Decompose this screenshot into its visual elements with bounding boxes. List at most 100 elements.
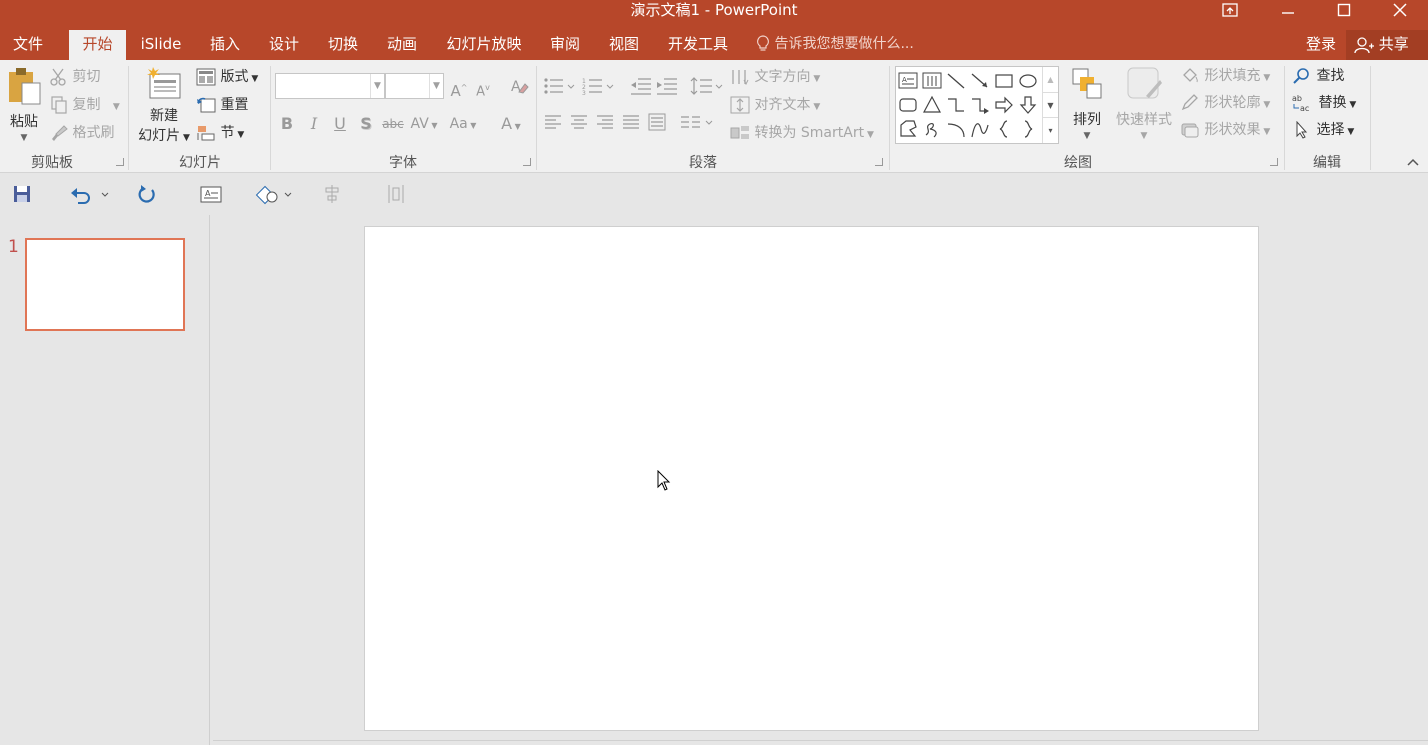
drawing-dialog-launcher-icon[interactable] [1270, 158, 1278, 166]
curve-shape-icon[interactable] [970, 119, 990, 139]
reset-button[interactable]: 重置 [196, 95, 248, 115]
align-left-icon[interactable] [543, 113, 563, 135]
slide-thumbnail[interactable] [25, 238, 185, 331]
arrange-button[interactable]: 排列 ▼ [1064, 66, 1110, 148]
scroll-down-icon[interactable]: ▼ [1043, 92, 1058, 117]
freeform-shape-icon[interactable] [898, 119, 918, 139]
tab-animations[interactable]: 动画 [377, 30, 427, 60]
textbox-icon[interactable]: A [200, 183, 222, 205]
right-brace-shape-icon[interactable] [1018, 119, 1038, 139]
save-icon[interactable] [12, 183, 32, 205]
vertical-textbox-shape-icon[interactable] [922, 71, 942, 91]
copy-button[interactable]: 复制 ▼ [50, 95, 120, 117]
distributed-icon[interactable] [647, 113, 667, 135]
italic-button[interactable]: I [305, 112, 323, 136]
change-case-button[interactable]: Aa ▼ [446, 112, 480, 136]
chevron-down-icon[interactable]: ▼ [370, 74, 384, 98]
tab-review[interactable]: 审阅 [540, 30, 590, 60]
shape-outline-button[interactable]: 形状轮廓 ▼ [1180, 93, 1270, 115]
slide-canvas[interactable] [364, 226, 1259, 731]
arc-shape-icon[interactable] [946, 119, 966, 139]
horizontal-scrollbar[interactable] [213, 740, 1428, 745]
scribble-shape-icon[interactable] [922, 119, 942, 139]
close-button[interactable] [1372, 0, 1428, 22]
arrow-line-shape-icon[interactable] [970, 71, 990, 91]
shape-effects-button[interactable]: 形状效果 ▼ [1180, 120, 1270, 142]
paste-button[interactable]: 粘贴 ▼ [4, 66, 44, 148]
elbow-arrow-connector-shape-icon[interactable] [970, 95, 990, 115]
maximize-button[interactable] [1316, 0, 1372, 22]
columns-icon[interactable] [680, 113, 716, 135]
justify-icon[interactable] [621, 113, 641, 135]
triangle-shape-icon[interactable] [922, 95, 942, 115]
oval-shape-icon[interactable] [1018, 71, 1038, 91]
share-button[interactable]: 共享 [1346, 30, 1428, 60]
shapes-icon[interactable] [255, 183, 295, 205]
font-size-combobox[interactable]: ▼ [385, 73, 444, 99]
align-right-icon[interactable] [595, 113, 615, 135]
convert-smartart-button[interactable]: 转换为 SmartArt ▼ [730, 123, 874, 145]
increase-indent-icon[interactable] [656, 76, 678, 98]
undo-icon[interactable] [70, 183, 110, 205]
collapse-ribbon-button[interactable] [1404, 154, 1422, 170]
line-shape-icon[interactable] [946, 71, 966, 91]
right-arrow-shape-icon[interactable] [994, 95, 1014, 115]
tab-transitions[interactable]: 切换 [318, 30, 368, 60]
bold-button[interactable]: B [278, 112, 296, 136]
tab-file[interactable]: 文件 [0, 30, 56, 60]
ribbon-display-options-button[interactable] [1202, 0, 1258, 22]
minimize-button[interactable] [1260, 0, 1316, 22]
cut-button[interactable]: 剪切 [50, 67, 100, 87]
shape-fill-button[interactable]: 形状填充 ▼ [1180, 66, 1270, 88]
new-slide-button[interactable]: 新建 幻灯片 ▼ [134, 66, 194, 148]
text-direction-button[interactable]: 文字方向 ▼ [730, 67, 820, 89]
chevron-down-icon[interactable]: ▼ [429, 74, 443, 98]
rounded-rectangle-shape-icon[interactable] [898, 95, 918, 115]
textbox-shape-icon[interactable]: A [898, 71, 918, 91]
tab-developer[interactable]: 开发工具 [660, 30, 736, 60]
grow-font-icon[interactable]: A^ [450, 76, 468, 100]
character-spacing-button[interactable]: AV ▼ [408, 112, 440, 136]
tell-me-search[interactable]: 告诉我您想要做什么... [756, 30, 914, 60]
decrease-indent-icon[interactable] [630, 76, 652, 98]
tab-view[interactable]: 视图 [599, 30, 649, 60]
clipboard-dialog-launcher-icon[interactable] [116, 158, 124, 166]
find-button[interactable]: 查找 [1292, 66, 1344, 86]
scroll-up-icon[interactable]: ▲ [1043, 67, 1058, 92]
section-button[interactable]: 节 ▼ [196, 123, 244, 145]
tab-home[interactable]: 开始 [69, 30, 126, 60]
shrink-font-icon[interactable]: Av [474, 76, 492, 100]
tab-insert[interactable]: 插入 [200, 30, 250, 60]
format-painter-button[interactable]: 格式刷 [50, 123, 114, 143]
gallery-expand-icon[interactable]: ▾ [1043, 117, 1058, 142]
replace-button[interactable]: ab ac 替换 ▼ [1292, 93, 1356, 115]
align-center-icon[interactable] [569, 113, 589, 135]
tab-design[interactable]: 设计 [259, 30, 309, 60]
align-objects-icon[interactable] [322, 183, 342, 205]
underline-button[interactable]: U [331, 112, 349, 136]
rectangle-shape-icon[interactable] [994, 71, 1014, 91]
numbering-icon[interactable]: 123 [582, 76, 616, 98]
elbow-connector-shape-icon[interactable] [946, 95, 966, 115]
down-arrow-shape-icon[interactable] [1018, 95, 1038, 115]
paragraph-dialog-launcher-icon[interactable] [875, 158, 883, 166]
select-button[interactable]: 选择 ▼ [1292, 120, 1354, 142]
distribute-objects-icon[interactable] [386, 183, 406, 205]
tab-islide[interactable]: iSlide [134, 30, 188, 60]
align-text-button[interactable]: 对齐文本 ▼ [730, 95, 820, 117]
gallery-scrollbar[interactable]: ▲ ▼ ▾ [1042, 67, 1058, 143]
quick-styles-button[interactable]: 快速样式 ▼ [1112, 66, 1176, 148]
clear-formatting-icon[interactable]: A [508, 76, 530, 100]
font-color-button[interactable]: A ▼ [494, 112, 528, 136]
tab-slideshow[interactable]: 幻灯片放映 [440, 30, 528, 60]
strikethrough-button[interactable]: abc [380, 112, 406, 136]
bullets-icon[interactable] [543, 76, 577, 98]
line-spacing-icon[interactable] [690, 76, 724, 98]
redo-icon[interactable] [137, 183, 157, 205]
login-link[interactable]: 登录 [1306, 30, 1336, 60]
font-dialog-launcher-icon[interactable] [523, 158, 531, 166]
left-brace-shape-icon[interactable] [994, 119, 1014, 139]
layout-button[interactable]: 版式 ▼ [196, 67, 258, 89]
font-name-combobox[interactable]: ▼ [275, 73, 385, 99]
text-shadow-button[interactable]: S [357, 112, 375, 136]
